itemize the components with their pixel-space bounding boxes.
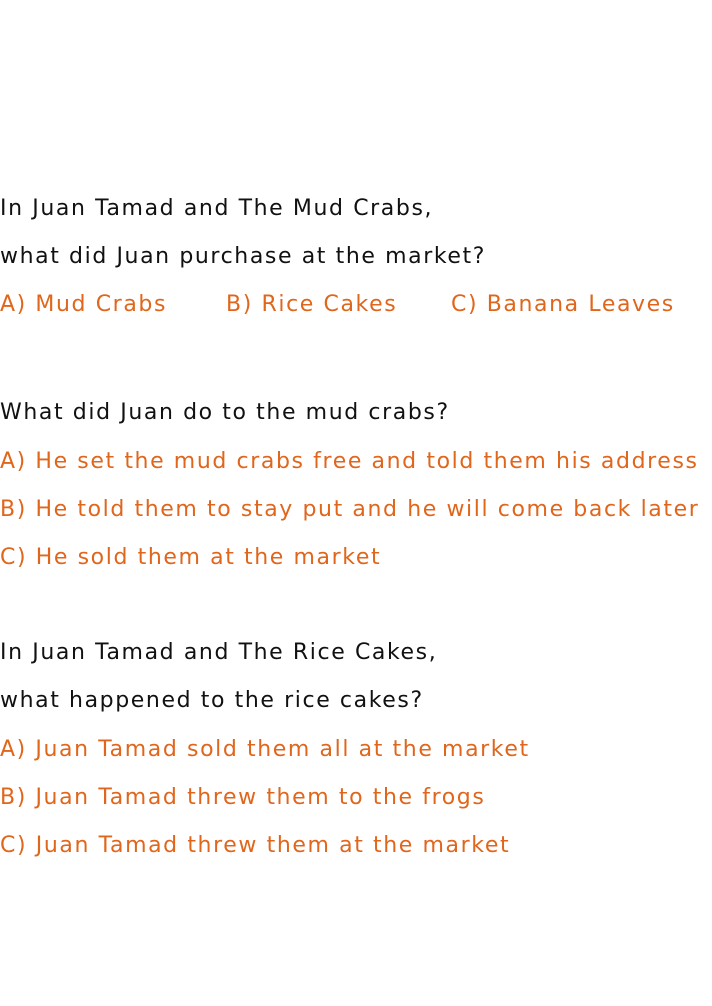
question-1-options: A) Mud Crabs B) Rice Cakes C) Banana Lea… bbox=[0, 291, 712, 319]
question-2-option-c: C) He sold them at the market bbox=[0, 545, 382, 570]
question-3-prompt-line-2: what happened to the rice cakes? bbox=[0, 688, 424, 713]
question-2-option-b: B) He told them to stay put and he will … bbox=[0, 497, 700, 522]
question-1-option-c: C) Banana Leaves bbox=[451, 292, 675, 317]
question-2-option-a: A) He set the mud crabs free and told th… bbox=[0, 449, 699, 474]
question-1-option-a: A) Mud Crabs bbox=[0, 292, 168, 317]
question-1-prompt-line-2: what did Juan purchase at the market? bbox=[0, 244, 487, 269]
question-2-prompt: What did Juan do to the mud crabs? bbox=[0, 400, 450, 425]
question-3-option-b: B) Juan Tamad threw them to the frogs bbox=[0, 785, 486, 810]
question-1-option-b: B) Rice Cakes bbox=[226, 292, 398, 317]
question-3-option-c: C) Juan Tamad threw them at the market bbox=[0, 833, 511, 858]
question-3-prompt-line-1: In Juan Tamad and The Rice Cakes, bbox=[0, 640, 438, 665]
question-3-option-a: A) Juan Tamad sold them all at the marke… bbox=[0, 737, 530, 762]
question-1-prompt-line-1: In Juan Tamad and The Mud Crabs, bbox=[0, 196, 434, 221]
